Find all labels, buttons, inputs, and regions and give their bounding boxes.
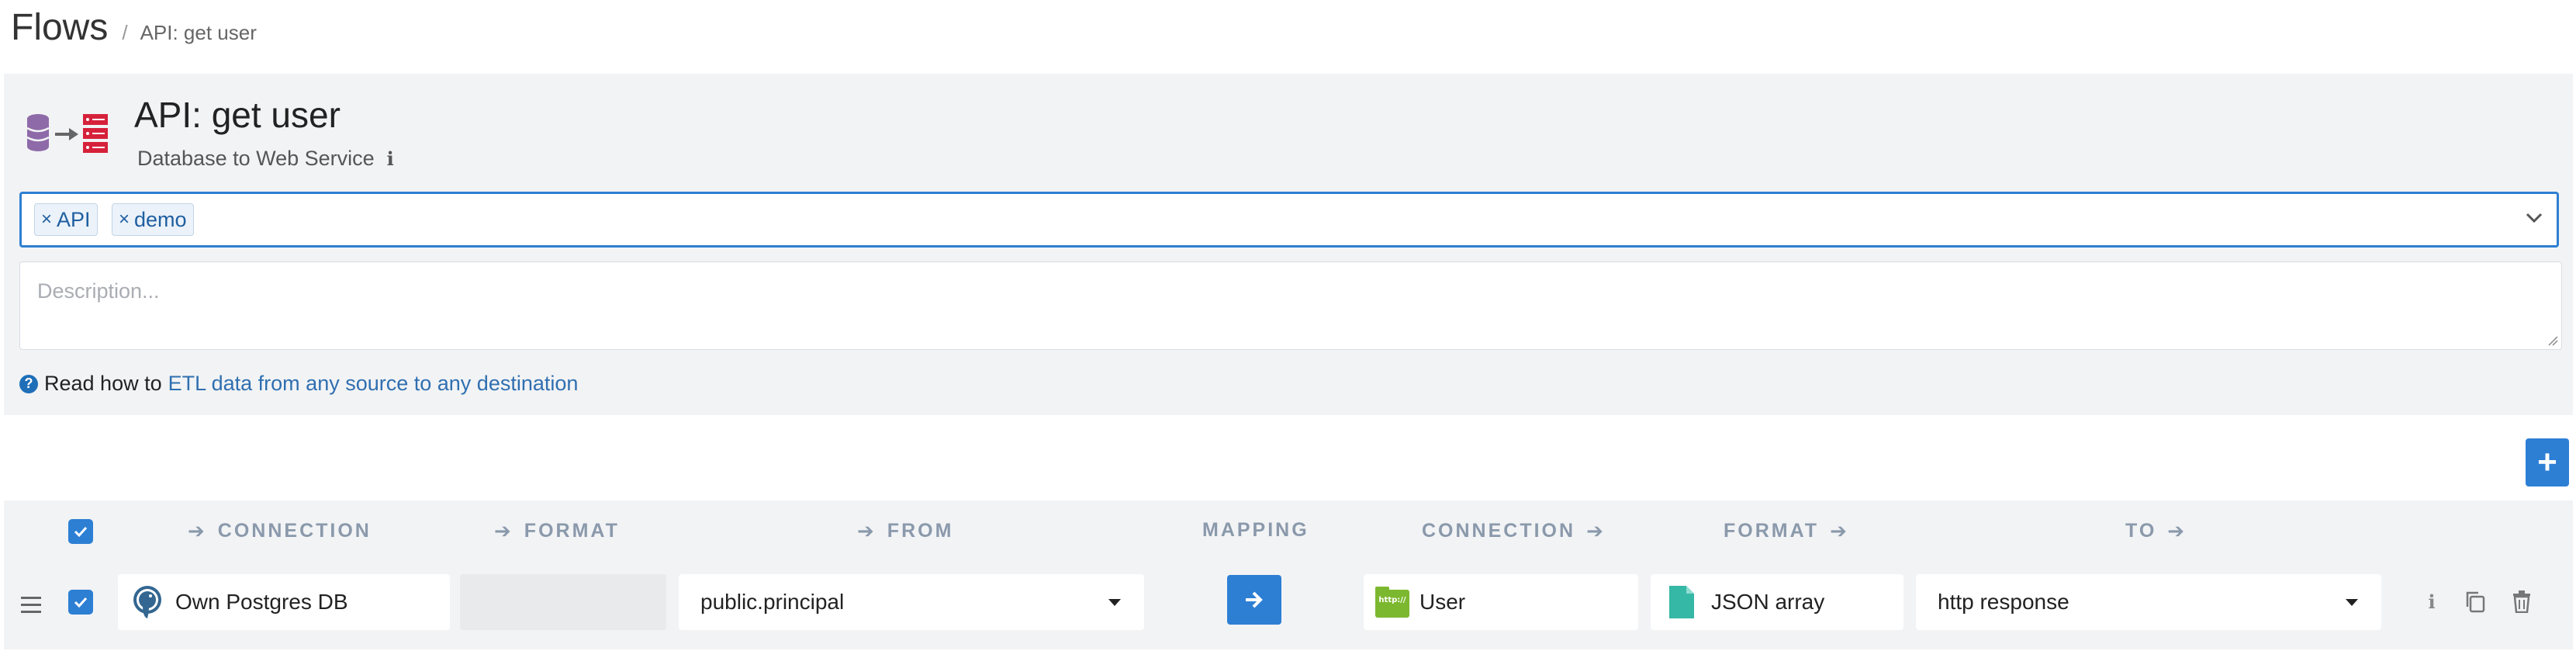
arrow-right-icon: ➔ bbox=[494, 519, 513, 542]
chevron-down-icon[interactable] bbox=[2522, 206, 2546, 230]
header-mapping: MAPPING bbox=[1202, 519, 1309, 542]
page-title[interactable]: Flows bbox=[11, 6, 108, 49]
check-icon bbox=[74, 526, 88, 538]
resize-handle-icon[interactable] bbox=[2546, 334, 2558, 346]
header-dst-format: FORMAT ➔ bbox=[1724, 519, 1849, 543]
tag-label: API bbox=[57, 207, 91, 231]
header-label: CONNECTION bbox=[1422, 520, 1576, 542]
database-to-web-service-icon bbox=[26, 114, 108, 153]
header-src-format: ➔ FORMAT bbox=[494, 519, 620, 543]
breadcrumb: Flows / API: get user bbox=[11, 6, 257, 61]
trash-icon[interactable] bbox=[2508, 587, 2536, 615]
src-connection-select[interactable]: Own Postgres DB bbox=[118, 574, 450, 630]
arrow-right-icon: ➔ bbox=[2167, 519, 2187, 542]
dst-connection-select[interactable]: http:// User bbox=[1364, 574, 1638, 630]
header-label: TO bbox=[2125, 520, 2157, 542]
select-all-checkbox[interactable] bbox=[68, 519, 93, 544]
arrow-right-icon: ➔ bbox=[1830, 519, 1849, 542]
arrow-right-icon: ➔ bbox=[857, 519, 877, 542]
help-lead: Read how to bbox=[44, 372, 162, 395]
from-select[interactable]: public.principal bbox=[679, 574, 1144, 630]
header-label: CONNECTION bbox=[217, 520, 372, 542]
flow-type: Database to Web Service i bbox=[137, 147, 394, 171]
flow-name[interactable]: API: get user bbox=[134, 94, 341, 136]
header-label: FORMAT bbox=[524, 520, 620, 542]
header-label: FORMAT bbox=[1724, 520, 1820, 542]
description-placeholder: Description... bbox=[37, 279, 160, 303]
plus-icon: + bbox=[2537, 443, 2557, 481]
http-web-icon: http:// bbox=[1375, 587, 1409, 618]
caret-down-icon bbox=[1108, 599, 1121, 606]
help-line: ? Read how to ETL data from any source t… bbox=[19, 372, 578, 396]
caret-down-icon bbox=[2346, 599, 2358, 606]
header-to: TO ➔ bbox=[2125, 519, 2187, 543]
header-label: FROM bbox=[887, 520, 954, 542]
dst-connection-label: User bbox=[1419, 590, 1466, 614]
add-row-button[interactable]: + bbox=[2526, 438, 2569, 487]
tags-input[interactable]: × API × demo bbox=[19, 192, 2559, 248]
src-connection-label: Own Postgres DB bbox=[175, 590, 348, 614]
json-file-icon bbox=[1669, 586, 1694, 618]
from-label: public.principal bbox=[700, 590, 845, 614]
dst-format-select[interactable]: JSON array bbox=[1651, 574, 1903, 630]
mapping-button[interactable] bbox=[1227, 575, 1281, 625]
table-header: ➔ CONNECTION ➔ FORMAT ➔ FROM MAPPING CON… bbox=[4, 500, 2573, 564]
copy-icon[interactable] bbox=[2461, 587, 2489, 615]
info-icon[interactable]: i bbox=[387, 147, 394, 170]
flow-type-label: Database to Web Service bbox=[137, 147, 375, 170]
header-src-connection: ➔ CONNECTION bbox=[188, 519, 372, 543]
check-icon bbox=[74, 597, 88, 608]
header-label: MAPPING bbox=[1202, 519, 1309, 541]
tag-chip: × demo bbox=[112, 203, 194, 236]
tag-label: demo bbox=[134, 207, 187, 231]
breadcrumb-current: API: get user bbox=[140, 21, 257, 44]
flow-panel: API: get user Database to Web Service i … bbox=[4, 74, 2573, 415]
postgres-elephant-icon bbox=[133, 586, 161, 618]
header-from: ➔ FROM bbox=[857, 519, 953, 543]
description-field[interactable]: Description... bbox=[19, 261, 2562, 350]
to-label: http response bbox=[1938, 590, 2069, 614]
drag-handle-icon[interactable] bbox=[19, 595, 43, 615]
remove-tag-icon[interactable]: × bbox=[41, 209, 52, 230]
header-dst-connection: CONNECTION ➔ bbox=[1422, 519, 1606, 543]
row-checkbox[interactable] bbox=[68, 590, 93, 615]
arrow-right-icon bbox=[1246, 591, 1263, 608]
tag-chip: × API bbox=[34, 203, 98, 236]
svg-text:http://: http:// bbox=[1378, 596, 1406, 604]
question-icon: ? bbox=[19, 374, 38, 393]
table-row: Own Postgres DB public.principal http://… bbox=[4, 564, 2573, 649]
help-link[interactable]: ETL data from any source to any destinat… bbox=[168, 372, 579, 396]
dst-format-label: JSON array bbox=[1711, 590, 1825, 614]
breadcrumb-separator: / bbox=[122, 21, 128, 44]
src-format-select[interactable] bbox=[460, 574, 666, 630]
info-icon[interactable]: i bbox=[2418, 587, 2446, 615]
to-select[interactable]: http response bbox=[1916, 574, 2381, 630]
remove-tag-icon[interactable]: × bbox=[119, 209, 130, 230]
arrow-right-icon: ➔ bbox=[1586, 519, 1606, 542]
arrow-right-icon: ➔ bbox=[188, 519, 207, 542]
